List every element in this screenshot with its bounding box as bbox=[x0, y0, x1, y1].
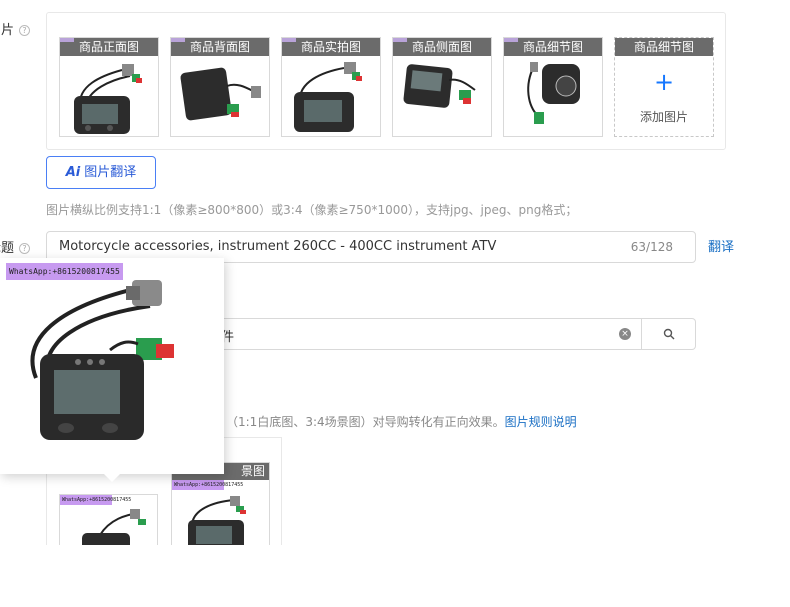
slot-label: 景图 bbox=[240, 464, 265, 478]
image-label-text: 图片 bbox=[0, 23, 15, 38]
title-label: 标题? bbox=[0, 237, 31, 256]
slot-label: 商品背面图 bbox=[189, 40, 250, 54]
watermark-strip bbox=[393, 38, 407, 42]
image-preview-popover: WhatsApp:+8615200817455 bbox=[0, 258, 224, 474]
lower-hint-text: （1:1白底图、3:4场景图）对导购转化有正向效果。 bbox=[226, 415, 505, 429]
slot-label: 商品侧面图 bbox=[411, 40, 472, 54]
product-photo bbox=[527, 62, 580, 124]
watermark-strip bbox=[504, 38, 518, 42]
slot-header: 商品背面图 bbox=[171, 38, 269, 56]
scene-image-slot-2[interactable]: 景图 WhatsApp:+8615200817455 bbox=[171, 462, 270, 552]
slot-header: 商品侧面图 bbox=[393, 38, 491, 56]
lower-hint: （1:1白底图、3:4场景图）对导购转化有正向效果。图片规则说明 bbox=[226, 413, 577, 430]
slot-header: 商品细节图 bbox=[504, 38, 602, 56]
popover-arrow bbox=[103, 473, 121, 482]
watermark-tag: WhatsApp:+8615200817455 bbox=[6, 263, 123, 280]
slot-label: 商品细节图 bbox=[633, 40, 694, 54]
product-photo bbox=[403, 64, 476, 108]
image-label: 图片? bbox=[0, 19, 31, 38]
slot-label: 商品细节图 bbox=[522, 40, 583, 54]
plus-icon[interactable]: + bbox=[615, 68, 713, 96]
add-image-slot[interactable]: 商品细节图 + 添加图片 bbox=[614, 37, 714, 137]
product-photo bbox=[294, 62, 362, 132]
image-slot-real-shot[interactable]: 商品实拍图 bbox=[281, 37, 381, 137]
slot-header: 商品细节图 bbox=[615, 38, 713, 56]
image-slot-front[interactable]: 商品正面图 bbox=[59, 37, 159, 137]
slot-label: 商品正面图 bbox=[78, 40, 139, 54]
image-translate-button[interactable]: Ai 图片翻译 bbox=[46, 156, 156, 189]
image-ratio-hint: 图片横纵比例支持1:1（像素≥800*800）或3:4（像素≥750*1000）… bbox=[46, 203, 578, 217]
image-upload-panel: 商品正面图 商品背面图 商品实拍图 商品侧面图 商品细节图 商品细节图 + 添加… bbox=[46, 12, 726, 150]
search-button[interactable] bbox=[642, 318, 696, 350]
image-slot-side[interactable]: 商品侧面图 bbox=[392, 37, 492, 137]
product-preview-photo bbox=[30, 280, 174, 440]
slot-header: 商品实拍图 bbox=[282, 38, 380, 56]
watermark-strip bbox=[60, 38, 74, 42]
translate-link[interactable]: 翻译 bbox=[708, 236, 734, 255]
watermark-tag: WhatsApp:+8615200817455 bbox=[60, 495, 132, 505]
ai-icon: Ai bbox=[65, 165, 81, 180]
page-bottom bbox=[0, 545, 790, 607]
search-icon bbox=[663, 328, 674, 339]
watermark-strip bbox=[282, 38, 296, 42]
clear-icon[interactable]: × bbox=[619, 328, 631, 340]
image-translate-label: 图片翻译 bbox=[84, 165, 137, 180]
title-label-text: 标题 bbox=[0, 241, 15, 256]
watermark-tag: WhatsApp:+8615200817455 bbox=[172, 480, 244, 490]
help-icon[interactable]: ? bbox=[19, 25, 31, 36]
watermark-strip bbox=[171, 38, 185, 42]
help-icon[interactable]: ? bbox=[19, 243, 31, 254]
image-slot-back[interactable]: 商品背面图 bbox=[170, 37, 270, 137]
image-slot-detail[interactable]: 商品细节图 bbox=[503, 37, 603, 137]
title-char-count: 63/128 bbox=[630, 240, 673, 254]
slot-label: 商品实拍图 bbox=[300, 40, 361, 54]
image-rules-link[interactable]: 图片规则说明 bbox=[505, 415, 577, 429]
add-image-text[interactable]: 添加图片 bbox=[615, 108, 713, 125]
product-photo bbox=[74, 64, 142, 134]
slot-header: 商品正面图 bbox=[60, 38, 158, 56]
product-photo bbox=[188, 496, 246, 551]
product-photo bbox=[180, 67, 261, 121]
title-value: Motorcycle accessories, instrument 260CC… bbox=[59, 239, 497, 254]
